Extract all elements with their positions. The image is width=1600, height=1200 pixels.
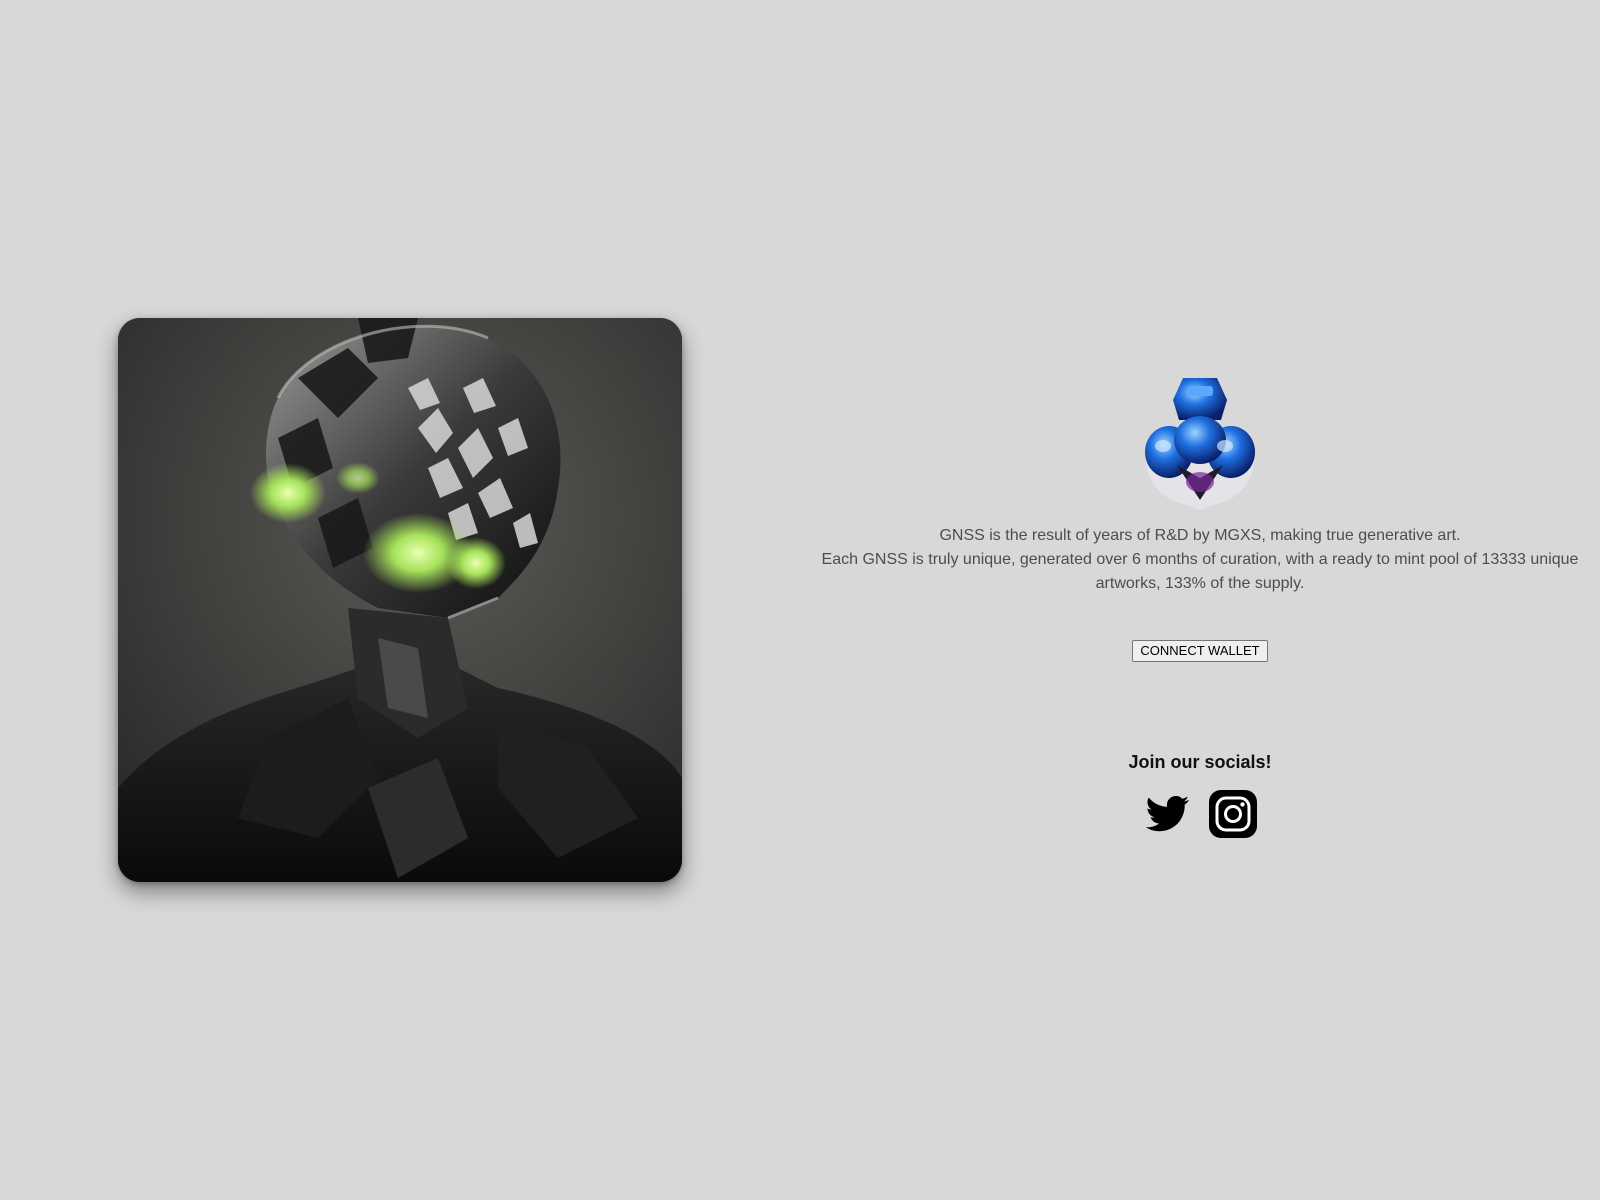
instagram-link[interactable] xyxy=(1208,789,1258,839)
connect-wallet-button[interactable]: CONNECT WALLET xyxy=(1132,640,1268,662)
blue-crystal-logo-icon xyxy=(1145,378,1255,510)
description-line-2: Each GNSS is truly unique, generated ove… xyxy=(821,551,1579,592)
twitter-link[interactable] xyxy=(1142,789,1192,839)
instagram-icon xyxy=(1209,790,1257,838)
info-column: GNSS is the result of years of R&D by MG… xyxy=(800,360,1600,839)
description-line-1: GNSS is the result of years of R&D by MG… xyxy=(939,527,1461,544)
project-description: GNSS is the result of years of R&D by MG… xyxy=(800,524,1600,596)
page: GNSS is the result of years of R&D by MG… xyxy=(0,0,1600,1200)
hero-artwork-image xyxy=(118,318,682,882)
twitter-icon xyxy=(1145,796,1190,832)
socials-title: Join our socials! xyxy=(1128,752,1272,772)
socials-row xyxy=(800,789,1600,839)
robot-artwork-graphic xyxy=(118,318,682,882)
